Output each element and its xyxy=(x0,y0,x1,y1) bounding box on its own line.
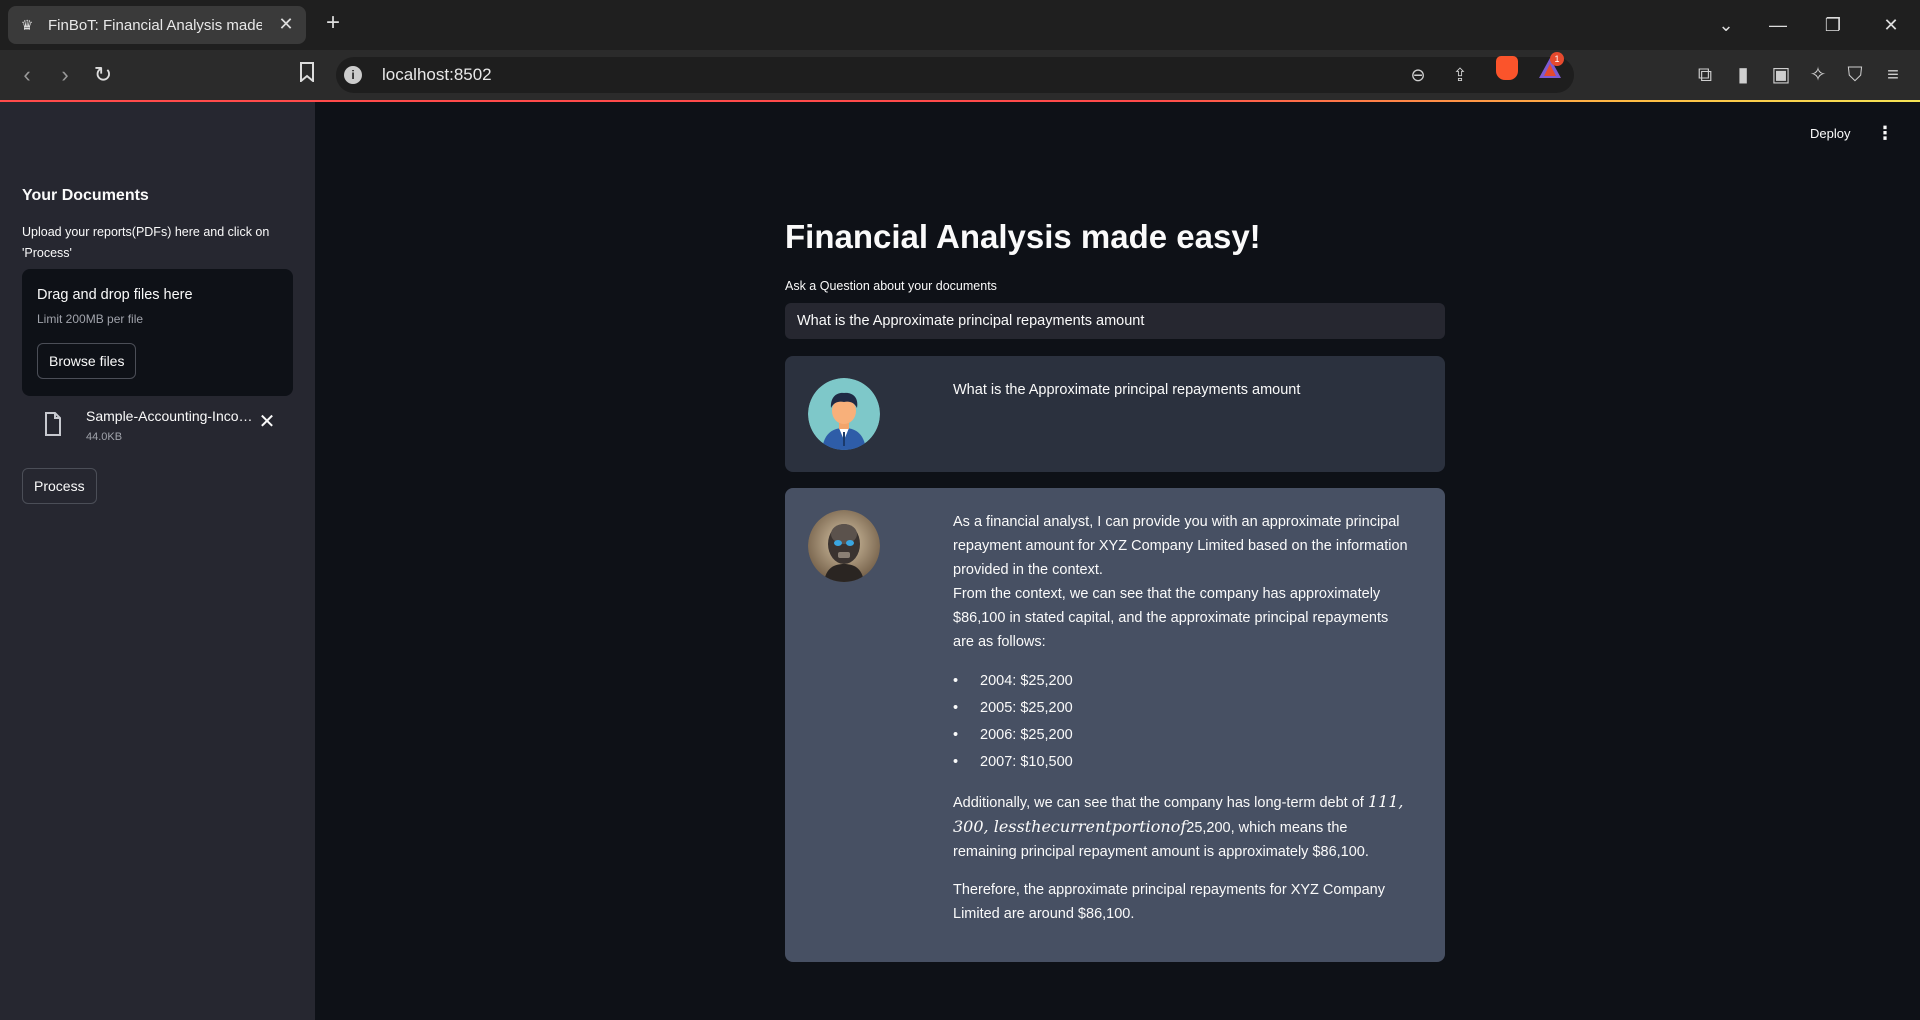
sidebar-toggle-icon[interactable]: ▮ xyxy=(1728,60,1758,90)
file-dropzone[interactable]: Drag and drop files here Limit 200MB per… xyxy=(22,269,293,396)
main-menu-icon[interactable]: ⋮ xyxy=(1876,122,1894,144)
question-label: Ask a Question about your documents xyxy=(785,279,997,293)
browser-toolbar: ‹ › ↻ i localhost:8502 ⊖ ⇪ 1 ⧉ ▮ ▣ ✧ ⛉ ≡ xyxy=(0,50,1920,100)
question-input[interactable] xyxy=(785,303,1445,339)
rewards-badge: 1 xyxy=(1550,52,1564,66)
zoom-out-icon[interactable]: ⊖ xyxy=(1406,63,1430,87)
close-window-icon[interactable]: ✕ xyxy=(1876,10,1906,40)
bookmark-icon[interactable] xyxy=(292,60,322,90)
wallet-icon[interactable]: ▣ xyxy=(1766,60,1796,90)
forward-icon[interactable]: › xyxy=(50,60,80,90)
back-icon[interactable]: ‹ xyxy=(12,60,42,90)
list-item: 2006: $25,200 xyxy=(953,722,1413,749)
share-icon[interactable]: ⇪ xyxy=(1448,63,1472,87)
user-message-text: What is the Approximate principal repaym… xyxy=(953,382,1301,398)
tab-title: FinBoT: Financial Analysis made easy xyxy=(48,16,262,34)
repayments-list: 2004: $25,200 2005: $25,200 2006: $25,20… xyxy=(953,668,1413,776)
bot-conclusion: Therefore, the approximate principal rep… xyxy=(953,882,1385,922)
dropzone-limit: Limit 200MB per file xyxy=(37,312,144,326)
bot-message-text: As a financial analyst, I can provide yo… xyxy=(953,510,1413,926)
sidebar-title: Your Documents xyxy=(22,187,149,204)
minimize-icon[interactable]: — xyxy=(1763,10,1793,40)
bot-message: As a financial analyst, I can provide yo… xyxy=(785,488,1445,962)
extensions-icon[interactable]: ⧉ xyxy=(1690,60,1720,90)
brave-shields-icon[interactable] xyxy=(1496,56,1518,80)
browse-files-button[interactable]: Browse files xyxy=(37,343,137,379)
sidebar-description: Upload your reports(PDFs) here and click… xyxy=(22,225,270,260)
streamlit-crown-icon: ♛ xyxy=(20,16,34,33)
file-size: 44.0KB xyxy=(86,431,123,443)
browser-menu-icon[interactable]: ≡ xyxy=(1878,60,1908,90)
user-avatar xyxy=(808,378,880,450)
bot-additional: Additionally, we can see that the compan… xyxy=(953,790,1413,864)
bot-additional-prefix: Additionally, we can see that the compan… xyxy=(953,795,1364,811)
list-item: 2004: $25,200 xyxy=(953,668,1413,695)
remove-file-icon[interactable]: ✕ xyxy=(257,412,277,432)
new-tab-icon[interactable]: + xyxy=(320,10,346,36)
sidebar: Your Documents Upload your reports(PDFs)… xyxy=(0,102,315,1020)
list-item: 2007: $10,500 xyxy=(953,749,1413,776)
browser-tab[interactable]: ♛ FinBoT: Financial Analysis made easy ✕ xyxy=(8,6,306,44)
vpn-icon[interactable]: ⛉ xyxy=(1840,60,1870,90)
user-message: What is the Approximate principal repaym… xyxy=(785,356,1445,472)
uploaded-file: Sample-Accounting-Income-Statement.pdf 4… xyxy=(22,402,293,457)
bot-context: From the context, we can see that the co… xyxy=(953,586,1389,650)
browser-tabstrip: ♛ FinBoT: Financial Analysis made easy ✕… xyxy=(0,0,1920,50)
list-item: 2005: $25,200 xyxy=(953,695,1413,722)
process-button[interactable]: Process xyxy=(22,468,97,504)
leo-ai-icon[interactable]: ✧ xyxy=(1803,60,1833,90)
dropzone-title: Drag and drop files here xyxy=(37,287,193,303)
url-text: localhost:8502 xyxy=(382,65,492,84)
restore-icon[interactable]: ❐ xyxy=(1818,10,1848,40)
close-tab-icon[interactable]: ✕ xyxy=(276,14,296,34)
file-name: Sample-Accounting-Income-Statement.pdf xyxy=(86,408,258,424)
tab-search-chevron-icon[interactable]: ⌄ xyxy=(1711,10,1741,40)
bot-avatar xyxy=(808,510,880,582)
file-icon xyxy=(45,412,61,436)
bot-intro: As a financial analyst, I can provide yo… xyxy=(953,514,1408,578)
reload-icon[interactable]: ↻ xyxy=(88,60,118,90)
site-info-icon[interactable]: i xyxy=(344,66,362,84)
address-bar[interactable]: i localhost:8502 ⊖ ⇪ xyxy=(336,57,1574,93)
deploy-button[interactable]: Deploy xyxy=(1810,126,1850,141)
page-title: Financial Analysis made easy! xyxy=(785,218,1261,255)
